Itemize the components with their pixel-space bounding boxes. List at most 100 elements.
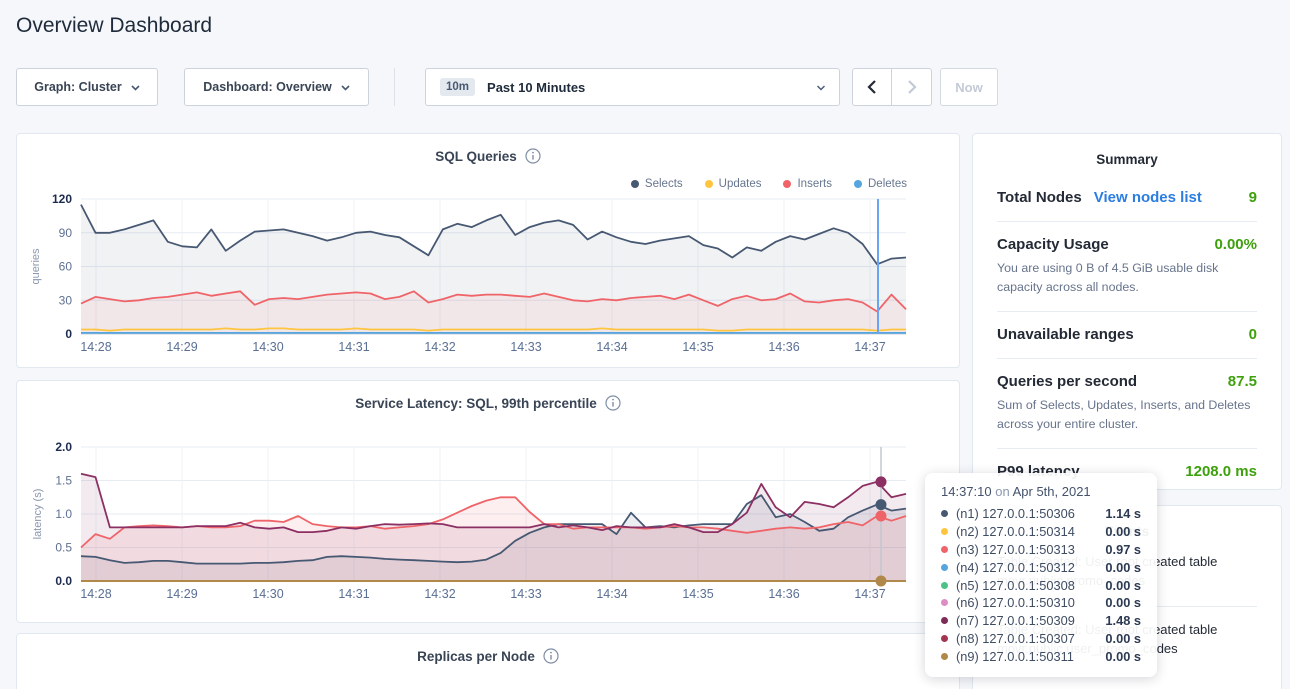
y-tick-label: 90 xyxy=(59,226,73,240)
queries-per-second-value: 87.5 xyxy=(1228,373,1257,390)
sql-queries-chart[interactable]: 030609012014:2814:2914:3014:3114:3214:33… xyxy=(17,134,959,367)
unavailable-ranges-label: Unavailable ranges xyxy=(997,326,1134,343)
tooltip-row: (n9) 127.0.0.1:50311 0.00 s xyxy=(941,647,1141,665)
next-time-button[interactable] xyxy=(892,68,932,106)
x-tick-label: 14:35 xyxy=(682,340,713,354)
series-color-dot xyxy=(941,582,948,589)
dashboard-dropdown-label: Dashboard: Overview xyxy=(203,80,332,94)
capacity-usage-label: Capacity Usage xyxy=(997,236,1109,253)
info-icon[interactable] xyxy=(543,648,559,664)
tooltip-node-value: 0.97 s xyxy=(1105,542,1141,557)
y-axis-label: queries xyxy=(30,248,42,285)
service-latency-chart[interactable]: 0.00.51.01.52.014:2814:2914:3014:3114:32… xyxy=(17,381,959,622)
tooltip-row: (n2) 127.0.0.1:50314 0.00 s xyxy=(941,523,1141,541)
graph-dropdown[interactable]: Graph: Cluster xyxy=(16,68,158,106)
hover-value-dot xyxy=(876,499,887,510)
hover-value-dot xyxy=(876,576,887,587)
chevron-right-icon xyxy=(907,80,917,94)
y-tick-label: 60 xyxy=(59,260,73,274)
page-title: Overview Dashboard xyxy=(16,14,212,38)
tooltip-row: (n4) 127.0.0.1:50312 0.00 s xyxy=(941,558,1141,576)
x-tick-label: 14:29 xyxy=(166,587,197,601)
series-color-dot xyxy=(941,617,948,624)
total-nodes-label: Total Nodes xyxy=(997,189,1082,206)
tooltip-timestamp: 14:37:10 on Apr 5th, 2021 xyxy=(941,484,1141,499)
hover-value-dot xyxy=(876,476,887,487)
x-tick-label: 14:30 xyxy=(252,587,283,601)
tooltip-node-value: 1.48 s xyxy=(1105,613,1141,628)
total-nodes-value: 9 xyxy=(1249,189,1257,206)
tooltip-row: (n1) 127.0.0.1:50306 1.14 s xyxy=(941,505,1141,523)
series-line-updates xyxy=(81,328,906,330)
series-color-dot xyxy=(941,510,948,517)
time-range-selector[interactable]: 10m Past 10 Minutes xyxy=(425,68,840,106)
sql-queries-panel: SQL Queries SelectsUpdatesInsertsDeletes… xyxy=(16,133,960,368)
chevron-down-icon xyxy=(131,83,140,92)
series-color-dot xyxy=(941,599,948,606)
tooltip-row: (n7) 127.0.0.1:503091.48 s xyxy=(941,612,1141,630)
series-color-dot xyxy=(941,528,948,535)
x-tick-label: 14:32 xyxy=(424,340,455,354)
time-range-label: Past 10 Minutes xyxy=(487,80,804,95)
chevron-down-icon xyxy=(816,83,825,92)
tooltip-row: (n8) 127.0.0.1:503070.00 s xyxy=(941,630,1141,648)
replicas-per-node-panel: Replicas per Node xyxy=(16,633,960,689)
tooltip-row: (n6) 127.0.0.1:50310 0.00 s xyxy=(941,594,1141,612)
tooltip-node-value: 0.00 s xyxy=(1105,595,1141,610)
x-tick-label: 14:32 xyxy=(424,587,455,601)
x-tick-label: 14:31 xyxy=(338,340,369,354)
x-tick-label: 14:30 xyxy=(252,340,283,354)
x-tick-label: 14:35 xyxy=(682,587,713,601)
time-step-buttons xyxy=(852,68,932,106)
tooltip-node-value: 0.00 s xyxy=(1105,524,1141,539)
x-tick-label: 14:28 xyxy=(80,340,111,354)
tooltip-node-label: (n9) 127.0.0.1:50311 xyxy=(956,649,1074,664)
summary-panel: Summary Total Nodes View nodes list 9 Ca… xyxy=(972,133,1282,490)
tooltip-node-value: 1.14 s xyxy=(1105,506,1141,521)
series-color-dot xyxy=(941,546,948,553)
chevron-down-icon xyxy=(341,83,350,92)
prev-time-button[interactable] xyxy=(852,68,892,106)
summary-title: Summary xyxy=(997,152,1257,167)
tooltip-node-value: 0.00 s xyxy=(1105,560,1141,575)
toolbar-divider xyxy=(394,68,395,106)
tooltip-node-label: (n8) 127.0.0.1:50307 xyxy=(956,631,1075,646)
y-tick-label: 1.5 xyxy=(55,474,72,488)
queries-per-second-description: Sum of Selects, Updates, Inserts, and De… xyxy=(997,396,1257,433)
series-area-inserts xyxy=(81,291,906,334)
tooltip-node-value: 0.00 s xyxy=(1105,649,1141,664)
x-tick-label: 14:28 xyxy=(80,587,111,601)
tooltip-row: (n5) 127.0.0.1:503080.00 s xyxy=(941,576,1141,594)
x-tick-label: 14:36 xyxy=(768,587,799,601)
tooltip-node-label: (n6) 127.0.0.1:50310 xyxy=(956,595,1075,610)
chevron-left-icon xyxy=(867,80,877,94)
dashboard-dropdown[interactable]: Dashboard: Overview xyxy=(184,68,369,106)
series-color-dot xyxy=(941,564,948,571)
x-tick-label: 14:33 xyxy=(510,587,541,601)
tooltip-node-label: (n2) 127.0.0.1:50314 xyxy=(956,524,1075,539)
y-axis-label: latency (s) xyxy=(32,489,44,540)
tooltip-node-value: 0.00 s xyxy=(1105,578,1141,593)
x-tick-label: 14:36 xyxy=(768,340,799,354)
x-tick-label: 14:37 xyxy=(854,340,885,354)
tooltip-row: (n3) 127.0.0.1:50313 0.97 s xyxy=(941,541,1141,559)
y-tick-label: 120 xyxy=(52,192,72,206)
x-tick-label: 14:33 xyxy=(510,340,541,354)
now-button[interactable]: Now xyxy=(940,68,998,106)
x-tick-label: 14:34 xyxy=(596,340,627,354)
view-nodes-list-link[interactable]: View nodes list xyxy=(1094,189,1202,206)
graph-dropdown-label: Graph: Cluster xyxy=(34,80,122,94)
tooltip-node-label: (n4) 127.0.0.1:50312 xyxy=(956,560,1075,575)
chart-hover-tooltip: 14:37:10 on Apr 5th, 2021 (n1) 127.0.0.1… xyxy=(925,473,1157,677)
x-tick-label: 14:31 xyxy=(338,587,369,601)
tooltip-node-label: (n1) 127.0.0.1:50306 xyxy=(956,506,1075,521)
y-tick-label: 0.5 xyxy=(55,541,72,555)
y-tick-label: 0.0 xyxy=(55,574,72,588)
series-color-dot xyxy=(941,653,948,660)
y-tick-label: 2.0 xyxy=(55,440,72,454)
queries-per-second-label: Queries per second xyxy=(997,373,1137,390)
time-range-badge: 10m xyxy=(440,78,475,96)
capacity-usage-description: You are using 0 B of 4.5 GiB usable disk… xyxy=(997,259,1257,296)
x-tick-label: 14:34 xyxy=(596,587,627,601)
tooltip-node-label: (n3) 127.0.0.1:50313 xyxy=(956,542,1075,557)
